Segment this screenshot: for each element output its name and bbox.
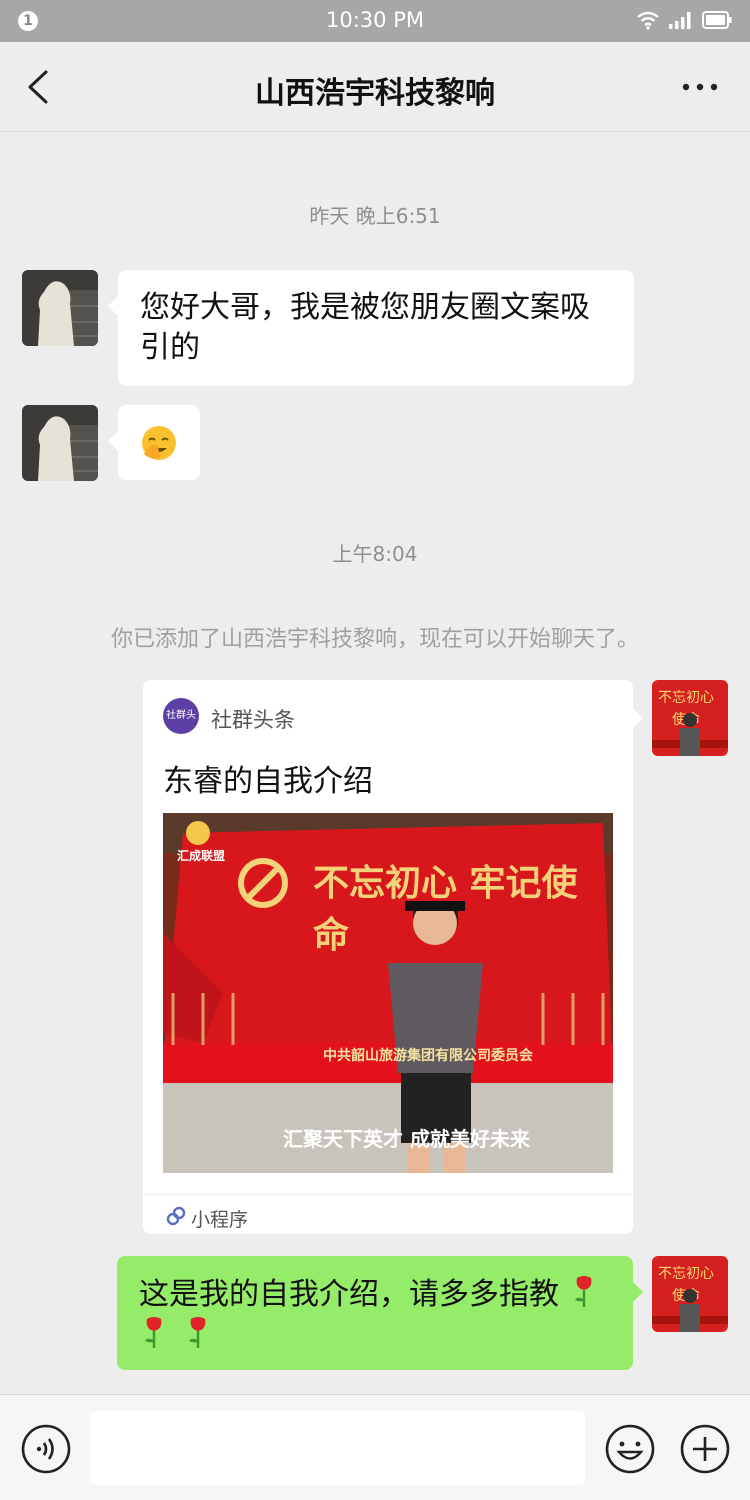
- timestamp: 昨天 晚上6:51: [309, 204, 441, 228]
- image-logo-text: 汇成联盟: [177, 849, 226, 863]
- card-source-name: 社群头条: [211, 708, 295, 732]
- card-footer-label: 小程序: [191, 1209, 249, 1231]
- emoji-icon[interactable]: [604, 1423, 656, 1475]
- image-caption-text: 汇聚天下英才 成就美好未来: [283, 1127, 530, 1151]
- svg-text:不忘初心: 不忘初心: [658, 1265, 714, 1282]
- message-input[interactable]: [90, 1411, 585, 1485]
- message-bubble[interactable]: 这是我的自我介绍，请多多指教: [117, 1256, 643, 1370]
- add-icon[interactable]: [679, 1423, 731, 1475]
- message-text: 这是我的自我介绍，请多多指教: [139, 1277, 559, 1312]
- card-title: 东睿的自我介绍: [163, 764, 373, 799]
- message-bubble[interactable]: 您好大哥，我是被您朋友圈文案吸引的: [108, 270, 634, 386]
- image-banner-text: 不忘初心 牢记使命: [313, 862, 578, 956]
- facepalm-emoji-icon: [142, 426, 176, 460]
- status-icons: [636, 10, 732, 30]
- my-avatar[interactable]: 不忘初心使命: [652, 1256, 728, 1332]
- more-icon[interactable]: [680, 72, 720, 102]
- signal-icon: [669, 12, 691, 29]
- message-bubble[interactable]: [108, 405, 200, 480]
- contact-avatar[interactable]: [22, 405, 98, 481]
- image-sub-text: 中共韶山旅游集团有限公司委员会: [323, 1048, 533, 1064]
- system-message: 你已添加了山西浩宇科技黎响，现在可以开始聊天了。: [110, 627, 639, 652]
- status-bar: 1 10:30 PM: [0, 0, 750, 42]
- svg-text:不忘初心: 不忘初心: [658, 689, 714, 706]
- chat-header: 山西浩宇科技黎响: [0, 42, 750, 132]
- rose-icon: [188, 1317, 205, 1348]
- contact-avatar[interactable]: [22, 270, 98, 346]
- my-avatar[interactable]: 不忘初心使命: [652, 680, 728, 756]
- mini-program-icon: [166, 1206, 186, 1226]
- card-source-logo: 社群头条: [163, 698, 199, 757]
- timestamp: 上午8:04: [332, 542, 418, 566]
- wifi-icon: [637, 11, 659, 30]
- page-title: 山西浩宇科技黎响: [255, 76, 495, 111]
- card-footer: 小程序: [143, 1194, 633, 1234]
- rose-icon: [145, 1317, 162, 1348]
- mini-program-card[interactable]: 社群头条 社群头条 东睿的自我介绍 汇成联盟 不忘初心 牢记使命 中共韶山旅游集…: [143, 680, 643, 1234]
- battery-icon: [702, 11, 732, 29]
- voice-input-icon[interactable]: [20, 1423, 72, 1475]
- card-cover-image[interactable]: 汇成联盟 不忘初心 牢记使命 中共韶山旅游集团有限公司委员会 汇聚天下英才 成就…: [163, 813, 613, 1173]
- input-bar: [0, 1394, 750, 1500]
- rose-icon: [574, 1276, 591, 1307]
